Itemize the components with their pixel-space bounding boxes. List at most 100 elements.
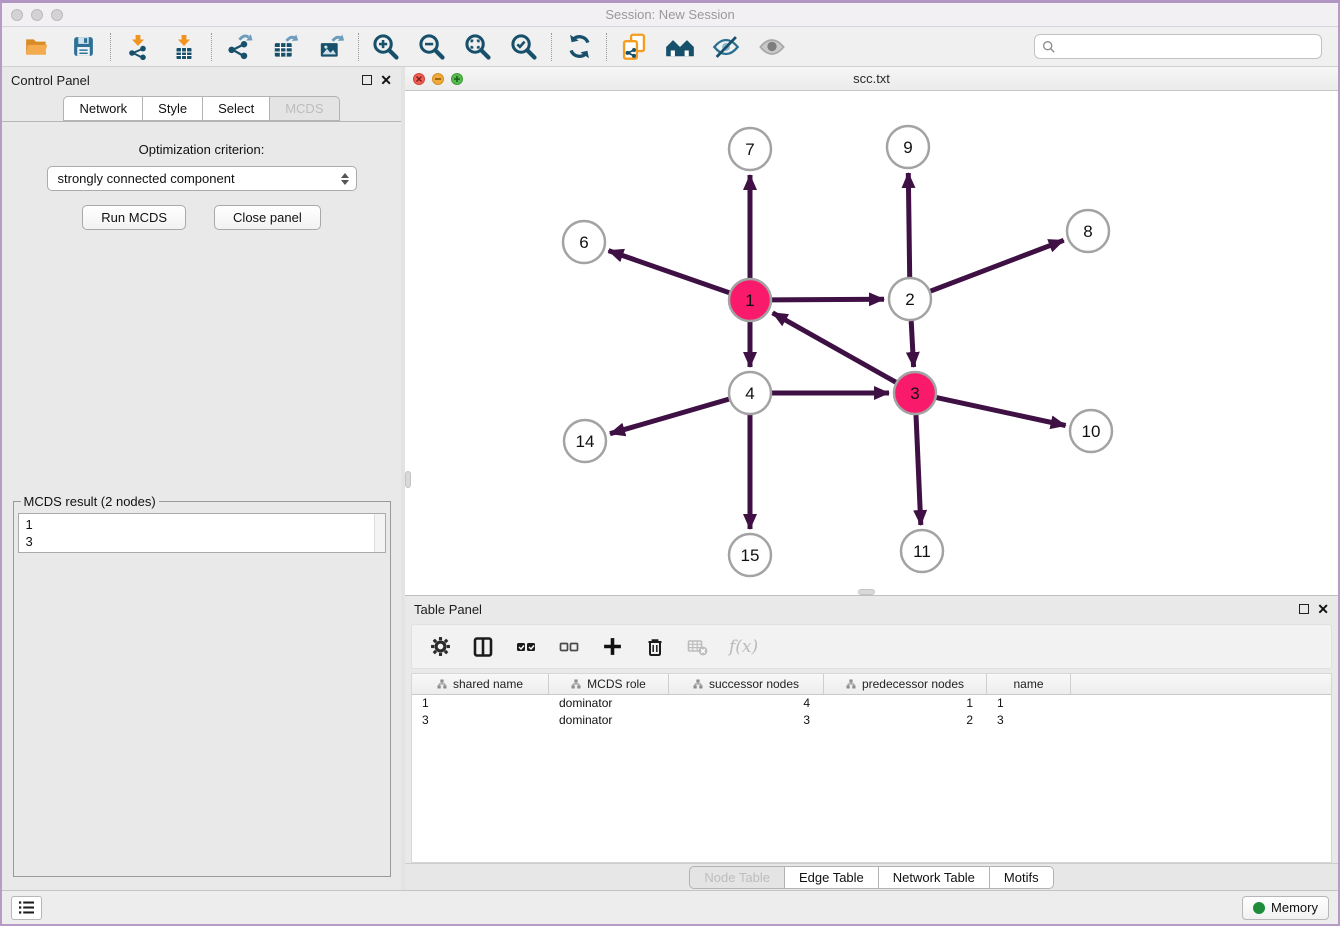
- cell[interactable]: 4: [669, 695, 824, 712]
- column-label: MCDS role: [587, 677, 646, 691]
- memory-button[interactable]: Memory: [1242, 896, 1329, 920]
- hide-selected-button[interactable]: [711, 32, 741, 62]
- column-type-icon: [437, 679, 447, 689]
- column-header-name[interactable]: name: [987, 674, 1071, 694]
- float-table-panel-icon[interactable]: [1299, 604, 1309, 614]
- edge-3-10[interactable]: [937, 398, 1066, 426]
- mcds-result-text[interactable]: 1 3: [18, 513, 386, 553]
- edge-1-6[interactable]: [609, 251, 730, 293]
- tab-edge-table[interactable]: Edge Table: [784, 866, 879, 889]
- control-panel-header: Control Panel ✕: [2, 67, 401, 93]
- export-image-button[interactable]: [316, 32, 346, 62]
- app-window: Session: New Session: [0, 0, 1340, 926]
- table-panel-header: Table Panel ✕: [405, 596, 1338, 622]
- close-panel-button[interactable]: Close panel: [214, 205, 321, 230]
- plus-icon: [602, 636, 623, 657]
- show-columns-button[interactable]: [471, 635, 495, 659]
- tab-motifs[interactable]: Motifs: [989, 866, 1054, 889]
- tab-style[interactable]: Style: [142, 96, 203, 121]
- create-column-button[interactable]: [600, 635, 624, 659]
- table-row[interactable]: 3dominator323: [412, 712, 1331, 729]
- column-label: successor nodes: [709, 677, 799, 691]
- column-header-predecessor-nodes[interactable]: predecessor nodes: [824, 674, 987, 694]
- tab-node-table[interactable]: Node Table: [689, 866, 785, 889]
- table-panel: Table Panel ✕: [405, 596, 1338, 890]
- search-field[interactable]: [1034, 34, 1322, 59]
- maximize-window-icon[interactable]: [51, 9, 63, 21]
- zoom-out-button[interactable]: [417, 32, 447, 62]
- float-panel-icon[interactable]: [362, 75, 372, 85]
- column-header-shared-name[interactable]: shared name: [412, 674, 549, 694]
- select-all-columns-button[interactable]: [514, 635, 538, 659]
- cell[interactable]: dominator: [549, 695, 669, 712]
- cell[interactable]: 2: [824, 712, 987, 729]
- refresh-layout-button[interactable]: [564, 32, 594, 62]
- edge-2-9[interactable]: [908, 173, 909, 277]
- criterion-dropdown[interactable]: strongly connected component: [47, 166, 357, 191]
- new-network-from-selection-button[interactable]: [619, 32, 649, 62]
- node-label-3: 3: [910, 384, 919, 403]
- tab-network[interactable]: Network: [63, 96, 143, 121]
- column-type-icon: [571, 679, 581, 689]
- horizontal-scrollbar-thumb[interactable]: [858, 589, 875, 595]
- unchecked-boxes-icon: [559, 637, 579, 657]
- run-mcds-button[interactable]: Run MCDS: [82, 205, 186, 230]
- zoom-selected-button[interactable]: [509, 32, 539, 62]
- edge-1-2[interactable]: [772, 299, 884, 300]
- table-empty-area: [412, 729, 1331, 862]
- vertical-scrollbar-thumb[interactable]: [405, 471, 411, 488]
- edge-3-1[interactable]: [773, 313, 896, 382]
- delete-column-button[interactable]: [643, 635, 667, 659]
- tab-mcds[interactable]: MCDS: [269, 96, 339, 121]
- memory-status-icon: [1253, 902, 1265, 914]
- save-session-button[interactable]: [68, 32, 98, 62]
- import-table-button[interactable]: [169, 32, 199, 62]
- minimize-window-icon[interactable]: [31, 9, 43, 21]
- network-canvas[interactable]: 7968124314101511: [405, 91, 1338, 595]
- zoom-in-button[interactable]: [371, 32, 401, 62]
- cell[interactable]: 1: [824, 695, 987, 712]
- close-table-panel-icon[interactable]: ✕: [1317, 602, 1329, 616]
- cell[interactable]: 1: [987, 695, 1071, 712]
- table-settings-button[interactable]: [428, 635, 452, 659]
- dropdown-stepper-icon: [341, 173, 352, 185]
- network-minimize-icon[interactable]: [432, 73, 444, 85]
- first-neighbors-button[interactable]: [665, 32, 695, 62]
- column-label: shared name: [453, 677, 523, 691]
- edge-2-8[interactable]: [931, 240, 1064, 291]
- edge-3-11[interactable]: [916, 415, 921, 525]
- network-maximize-icon[interactable]: [451, 73, 463, 85]
- column-header-MCDS-role[interactable]: MCDS role: [549, 674, 669, 694]
- cell[interactable]: 3: [412, 712, 549, 729]
- import-network-icon: [125, 34, 151, 60]
- search-icon: [1042, 40, 1056, 54]
- network-view-window: scc.txt 7968124314101511: [405, 67, 1338, 596]
- save-disk-icon: [71, 34, 96, 59]
- tab-network-table[interactable]: Network Table: [878, 866, 990, 889]
- zoom-fit-button[interactable]: [463, 32, 493, 62]
- task-history-button[interactable]: [11, 896, 42, 920]
- cell[interactable]: 3: [987, 712, 1071, 729]
- column-header-successor-nodes[interactable]: successor nodes: [669, 674, 824, 694]
- column-type-icon: [846, 679, 856, 689]
- close-panel-icon[interactable]: ✕: [380, 73, 392, 87]
- open-folder-icon: [24, 34, 50, 60]
- table-row[interactable]: 1dominator411: [412, 695, 1331, 712]
- show-all-button[interactable]: [757, 32, 787, 62]
- edge-4-14[interactable]: [610, 399, 729, 434]
- open-session-button[interactable]: [22, 32, 52, 62]
- search-input[interactable]: [1061, 38, 1314, 55]
- cell[interactable]: 3: [669, 712, 824, 729]
- unselect-all-columns-button[interactable]: [557, 635, 581, 659]
- cell[interactable]: 1: [412, 695, 549, 712]
- export-network-button[interactable]: [224, 32, 254, 62]
- zoom-in-icon: [372, 33, 400, 61]
- result-scrollbar[interactable]: [374, 514, 385, 552]
- cell[interactable]: dominator: [549, 712, 669, 729]
- import-network-button[interactable]: [123, 32, 153, 62]
- tab-select[interactable]: Select: [202, 96, 270, 121]
- edge-2-3[interactable]: [911, 321, 913, 367]
- network-close-icon[interactable]: [413, 73, 425, 85]
- export-table-button[interactable]: [270, 32, 300, 62]
- close-window-icon[interactable]: [11, 9, 23, 21]
